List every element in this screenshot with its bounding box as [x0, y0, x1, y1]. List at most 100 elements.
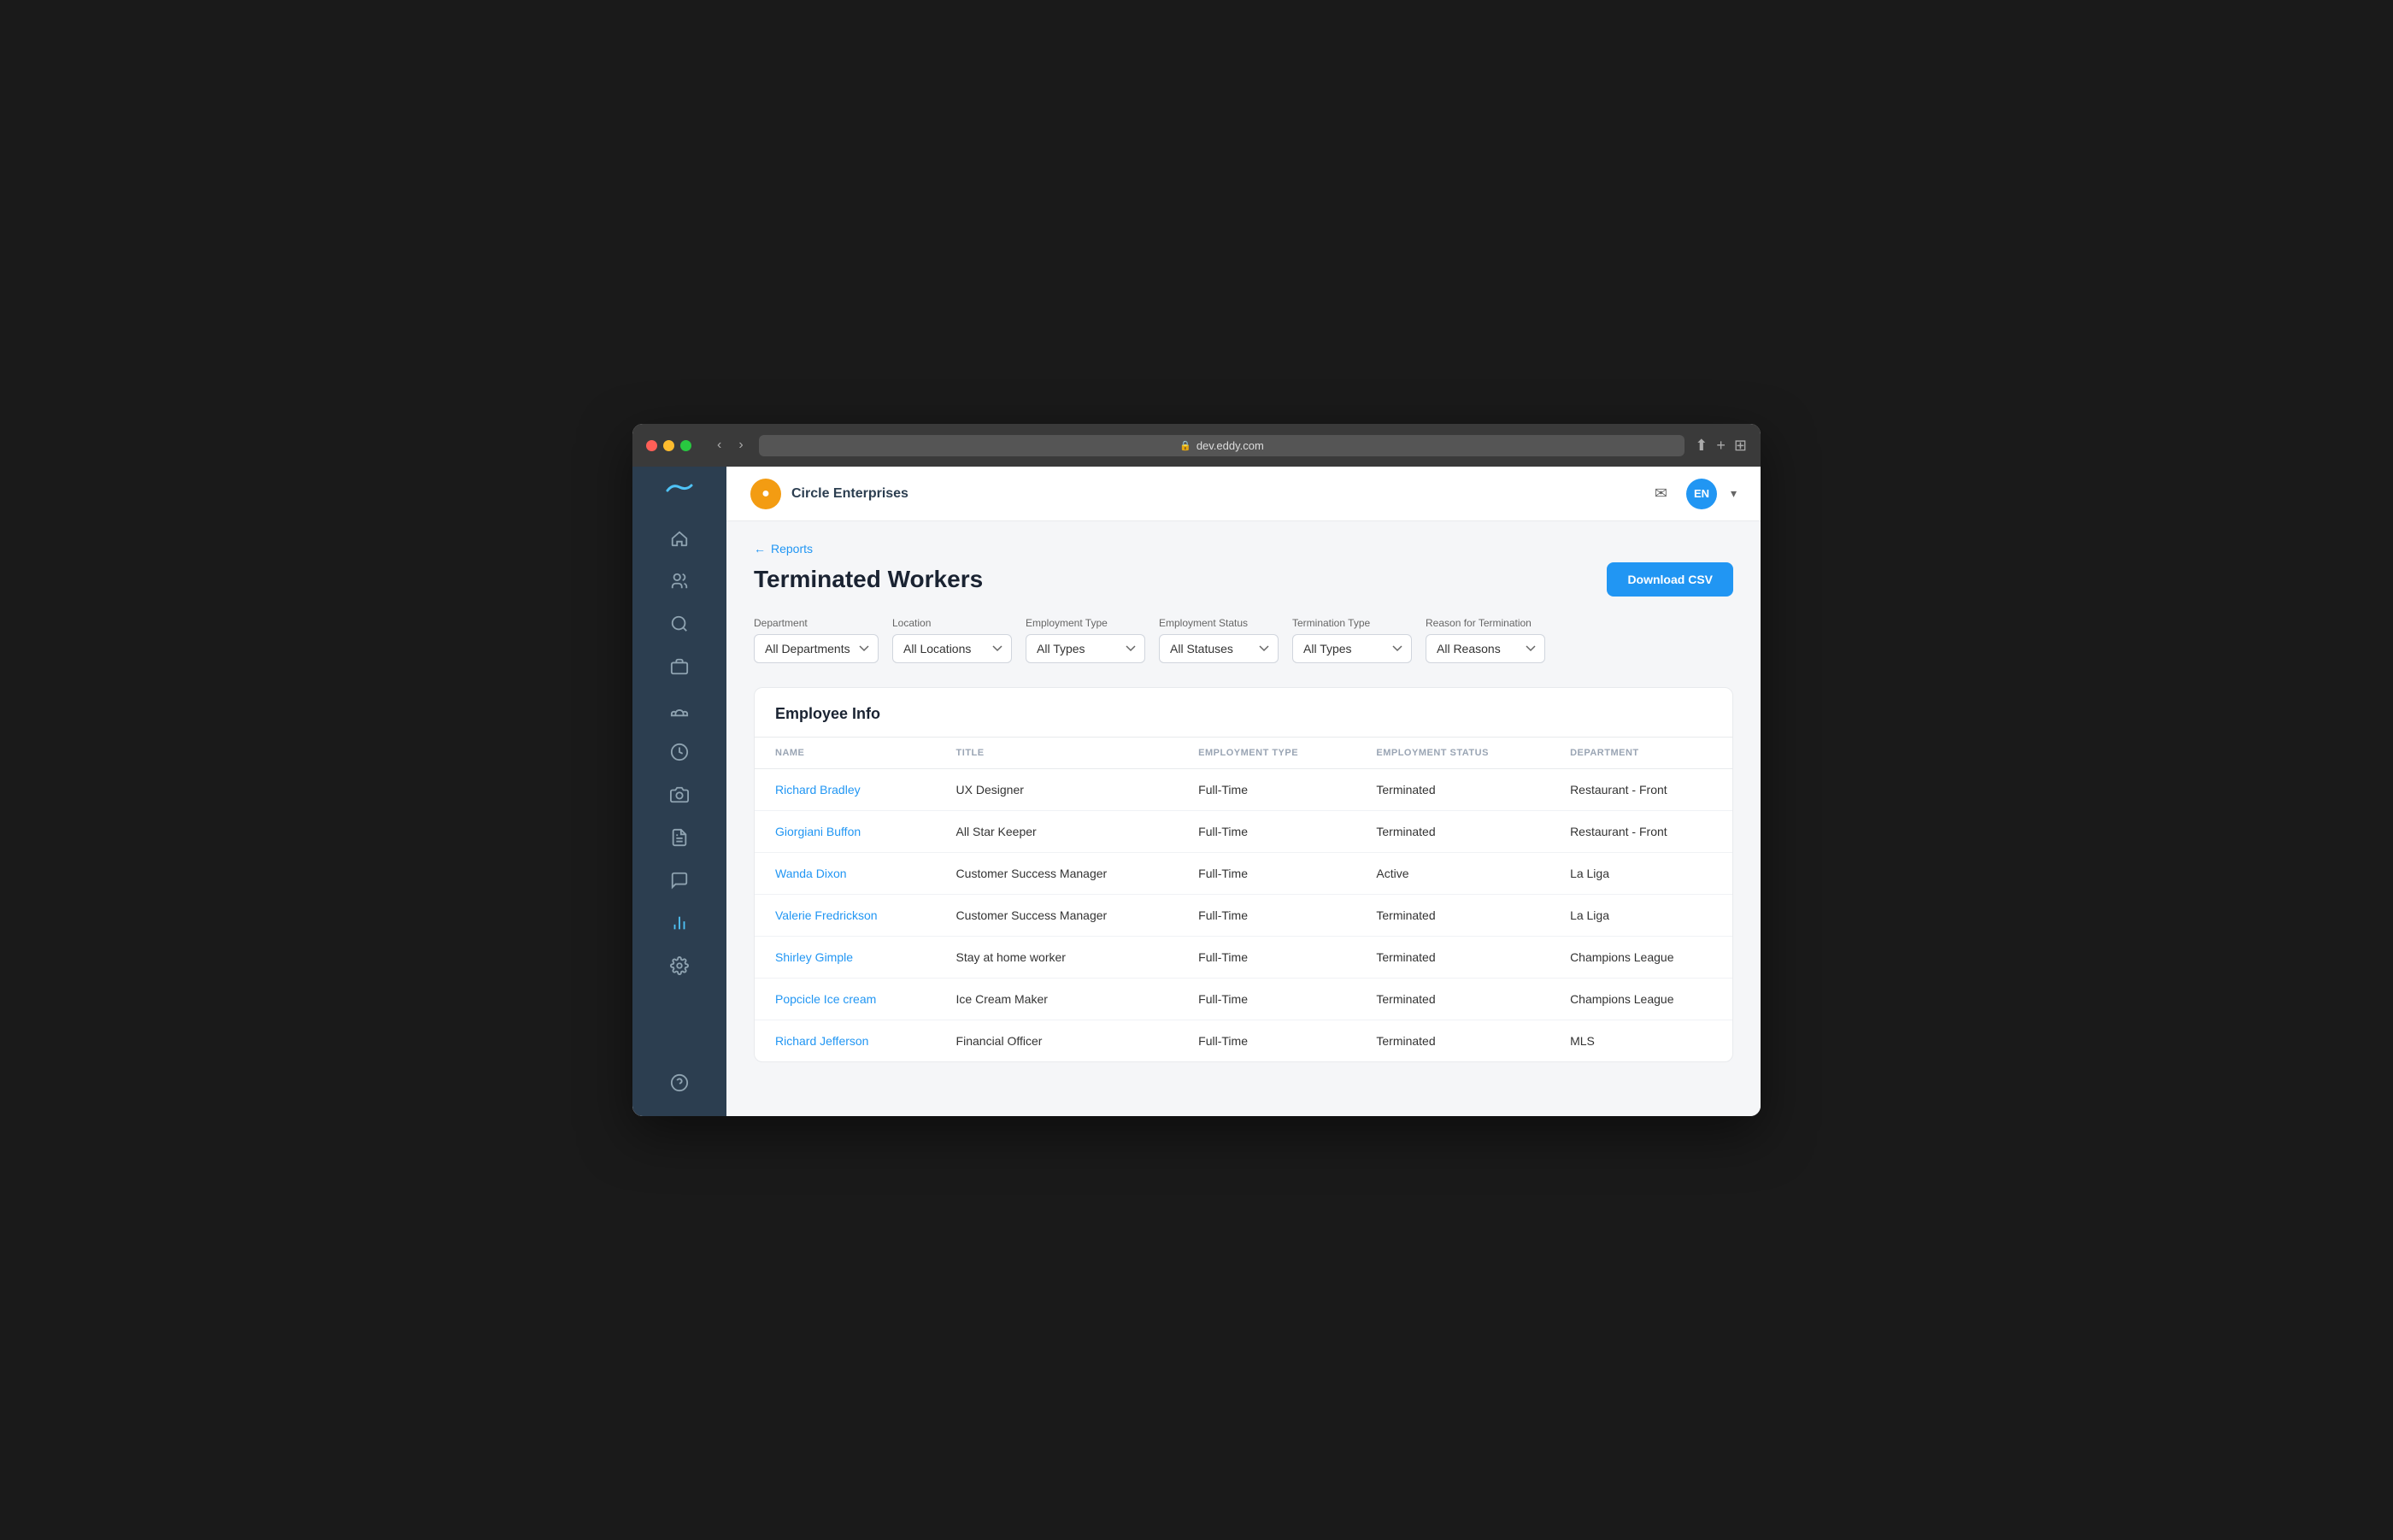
cell-employment-type-2: Full-Time: [1178, 853, 1355, 895]
cell-name-2[interactable]: Wanda Dixon: [755, 853, 936, 895]
filter-group-department: Department All Departments: [754, 617, 879, 663]
filter-label-department: Department: [754, 617, 879, 629]
filter-select-termination-type[interactable]: All Types: [1292, 634, 1412, 663]
top-nav: ● Circle Enterprises ✉ EN ▾: [726, 467, 1761, 521]
table-header-row: NAME TITLE EMPLOYMENT TYPE EMPLOYMENT ST…: [755, 738, 1732, 769]
filter-label-reason-for-termination: Reason for Termination: [1426, 617, 1545, 629]
sidebar-item-clock[interactable]: [632, 732, 726, 772]
table-row: Richard Bradley UX Designer Full-Time Te…: [755, 769, 1732, 811]
filter-select-location[interactable]: All Locations: [892, 634, 1012, 663]
browser-actions: ⬆ + ⊞: [1695, 437, 1747, 455]
table-container: Employee Info NAME TITLE EMPLOYMENT TYPE…: [754, 687, 1733, 1062]
sidebar: [632, 467, 726, 1116]
user-avatar[interactable]: EN: [1686, 479, 1717, 509]
nav-back-button[interactable]: ‹: [712, 434, 726, 456]
page-header: Terminated Workers Download CSV: [754, 562, 1733, 597]
cell-name-6[interactable]: Richard Jefferson: [755, 1020, 936, 1062]
content-area: ← Reports Terminated Workers Download CS…: [726, 521, 1761, 1116]
company-name: Circle Enterprises: [791, 486, 908, 502]
table-row: Shirley Gimple Stay at home worker Full-…: [755, 937, 1732, 979]
cell-employment-status-3: Terminated: [1355, 895, 1549, 937]
col-header-employment-type: EMPLOYMENT TYPE: [1178, 738, 1355, 769]
cell-department-0: Restaurant - Front: [1549, 769, 1732, 811]
sidebar-item-timeoff[interactable]: [632, 690, 726, 729]
col-header-department: DEPARTMENT: [1549, 738, 1732, 769]
cell-title-3: Customer Success Manager: [936, 895, 1179, 937]
browser-chrome: ‹ › 🔒 dev.eddy.com ⬆ + ⊞: [632, 424, 1761, 467]
company-logo-text: ●: [761, 486, 770, 502]
cell-title-6: Financial Officer: [936, 1020, 1179, 1062]
employee-name-link-5[interactable]: Popcicle Ice cream: [775, 992, 876, 1006]
cell-department-5: Champions League: [1549, 979, 1732, 1020]
download-csv-button[interactable]: Download CSV: [1607, 562, 1733, 597]
sidebar-item-docs[interactable]: [632, 818, 726, 857]
employee-name-link-3[interactable]: Valerie Fredrickson: [775, 908, 878, 922]
cell-title-2: Customer Success Manager: [936, 853, 1179, 895]
new-tab-icon[interactable]: +: [1716, 437, 1726, 455]
browser-nav: ‹ ›: [712, 434, 749, 456]
employee-name-link-6[interactable]: Richard Jefferson: [775, 1034, 868, 1048]
company-info: ● Circle Enterprises: [750, 479, 908, 509]
filter-select-reason-for-termination[interactable]: All Reasons: [1426, 634, 1545, 663]
company-logo: ●: [750, 479, 781, 509]
cell-employment-type-6: Full-Time: [1178, 1020, 1355, 1062]
cell-title-4: Stay at home worker: [936, 937, 1179, 979]
sidebar-item-camera[interactable]: [632, 775, 726, 814]
cell-title-5: Ice Cream Maker: [936, 979, 1179, 1020]
table-header: Employee Info: [755, 688, 1732, 738]
table-section-title: Employee Info: [775, 705, 1712, 723]
table-row: Richard Jefferson Financial Officer Full…: [755, 1020, 1732, 1062]
filter-label-employment-type: Employment Type: [1026, 617, 1145, 629]
cell-employment-type-1: Full-Time: [1178, 811, 1355, 853]
cell-employment-type-0: Full-Time: [1178, 769, 1355, 811]
breadcrumb-arrow-icon: ←: [754, 542, 766, 555]
top-nav-actions: ✉ EN ▾: [1649, 479, 1737, 509]
filter-label-termination-type: Termination Type: [1292, 617, 1412, 629]
breadcrumb[interactable]: ← Reports: [754, 542, 1733, 555]
url-bar[interactable]: 🔒 dev.eddy.com: [759, 435, 1685, 456]
employee-name-link-1[interactable]: Giorgiani Buffon: [775, 825, 861, 838]
sidebar-item-survey[interactable]: [632, 861, 726, 900]
sidebar-item-reports[interactable]: [632, 903, 726, 943]
employee-name-link-4[interactable]: Shirley Gimple: [775, 950, 853, 964]
employee-name-link-0[interactable]: Richard Bradley: [775, 783, 861, 796]
share-icon[interactable]: ⬆: [1695, 437, 1708, 455]
filter-select-department[interactable]: All Departments: [754, 634, 879, 663]
filter-group-employment-type: Employment Type All Types: [1026, 617, 1145, 663]
sidebar-item-help[interactable]: [632, 1063, 726, 1102]
user-menu-chevron-icon[interactable]: ▾: [1731, 486, 1737, 501]
employee-name-link-2[interactable]: Wanda Dixon: [775, 867, 847, 880]
traffic-light-yellow[interactable]: [663, 440, 674, 451]
filter-group-employment-status: Employment Status All Statuses: [1159, 617, 1279, 663]
cell-name-0[interactable]: Richard Bradley: [755, 769, 936, 811]
table-body: Richard Bradley UX Designer Full-Time Te…: [755, 769, 1732, 1062]
traffic-light-red[interactable]: [646, 440, 657, 451]
nav-forward-button[interactable]: ›: [733, 434, 748, 456]
sidebar-item-search[interactable]: [632, 604, 726, 644]
filter-select-employment-type[interactable]: All Types: [1026, 634, 1145, 663]
cell-name-4[interactable]: Shirley Gimple: [755, 937, 936, 979]
employees-table: NAME TITLE EMPLOYMENT TYPE EMPLOYMENT ST…: [755, 738, 1732, 1061]
url-text: dev.eddy.com: [1196, 439, 1264, 452]
cell-department-4: Champions League: [1549, 937, 1732, 979]
page-title: Terminated Workers: [754, 566, 983, 593]
sidebar-item-people[interactable]: [632, 561, 726, 601]
sidebar-item-briefcase[interactable]: [632, 647, 726, 686]
browser-window: ‹ › 🔒 dev.eddy.com ⬆ + ⊞: [632, 424, 1761, 1116]
lock-icon: 🔒: [1179, 440, 1191, 451]
sidebar-item-home[interactable]: [632, 519, 726, 558]
filter-label-location: Location: [892, 617, 1012, 629]
cell-employment-status-6: Terminated: [1355, 1020, 1549, 1062]
col-header-name: NAME: [755, 738, 936, 769]
cell-employment-status-2: Active: [1355, 853, 1549, 895]
cell-department-6: MLS: [1549, 1020, 1732, 1062]
traffic-light-green[interactable]: [680, 440, 691, 451]
filter-select-employment-status[interactable]: All Statuses: [1159, 634, 1279, 663]
cell-name-1[interactable]: Giorgiani Buffon: [755, 811, 936, 853]
cell-name-5[interactable]: Popcicle Ice cream: [755, 979, 936, 1020]
sidebar-item-settings[interactable]: [632, 946, 726, 985]
grid-icon[interactable]: ⊞: [1734, 437, 1747, 455]
mail-icon[interactable]: ✉: [1649, 479, 1673, 508]
traffic-lights: [646, 440, 691, 451]
cell-name-3[interactable]: Valerie Fredrickson: [755, 895, 936, 937]
